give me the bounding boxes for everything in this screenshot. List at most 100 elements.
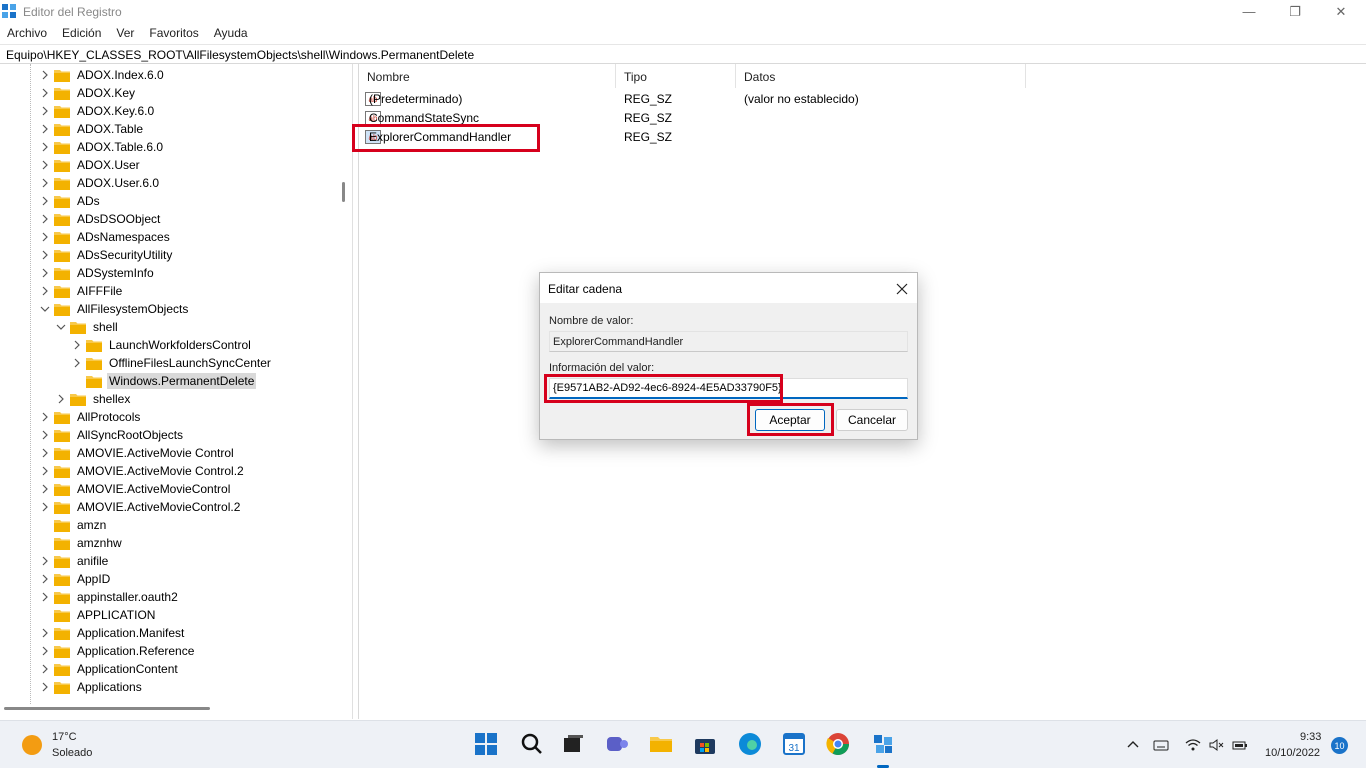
tree-item[interactable]: ADsSecurityUtility — [40, 246, 174, 264]
tree-item[interactable]: AMOVIE.ActiveMovieControl — [40, 480, 232, 498]
close-button[interactable]: ✕ — [1318, 0, 1364, 23]
tree-item[interactable]: Application.Reference — [40, 642, 196, 660]
tree-item[interactable]: AMOVIE.ActiveMovie Control — [40, 444, 236, 462]
menu-favoritos[interactable]: Favoritos — [142, 23, 206, 43]
tree-item[interactable]: ADsDSOObject — [40, 210, 162, 228]
tree-item[interactable]: ApplicationContent — [40, 660, 180, 678]
tree-vertical-scrollbar[interactable] — [342, 182, 345, 202]
chevron-right-icon[interactable] — [40, 268, 50, 278]
file-explorer-icon[interactable] — [648, 731, 674, 757]
weather-condition[interactable]: Soleado — [52, 747, 92, 759]
tree-item[interactable]: AllSyncRootObjects — [40, 426, 185, 444]
chevron-right-icon[interactable] — [72, 340, 82, 350]
chevron-right-icon[interactable] — [40, 502, 50, 512]
task-view-icon[interactable] — [560, 731, 586, 757]
chevron-down-icon[interactable] — [56, 322, 66, 332]
chevron-right-icon[interactable] — [40, 448, 50, 458]
chrome-icon[interactable] — [825, 731, 851, 757]
start-icon[interactable] — [473, 731, 499, 757]
tree-item[interactable]: APPLICATION — [40, 606, 157, 624]
volume-muted-icon[interactable] — [1208, 737, 1224, 753]
chevron-right-icon[interactable] — [40, 232, 50, 242]
notification-badge[interactable]: 10 — [1331, 737, 1348, 754]
tree-item[interactable]: AllFilesystemObjects — [40, 300, 190, 318]
chevron-right-icon[interactable] — [40, 70, 50, 80]
value-row[interactable]: ab (Predeterminado) REG_SZ (valor no establ… — [359, 90, 1026, 108]
menu-ver[interactable]: Ver — [109, 23, 142, 43]
registry-tree[interactable]: ADOX.Index.6.0 ADOX.Key ADOX.Key.6.0 ADOX.T… — [0, 64, 353, 719]
tree-item[interactable]: anifile — [40, 552, 110, 570]
tree-item[interactable]: amznhw — [40, 534, 124, 552]
dialog-close-icon[interactable] — [892, 279, 912, 299]
tree-item[interactable]: Application.Manifest — [40, 624, 186, 642]
chevron-right-icon[interactable] — [40, 142, 50, 152]
menu-archivo[interactable]: Archivo — [0, 23, 55, 43]
chevron-right-icon[interactable] — [40, 178, 50, 188]
tree-item[interactable]: AIFFFile — [40, 282, 124, 300]
tree-item[interactable]: AMOVIE.ActiveMovieControl.2 — [40, 498, 242, 516]
chevron-down-icon[interactable] — [40, 304, 50, 314]
chevron-right-icon[interactable] — [40, 106, 50, 116]
registry-editor-taskbar-icon[interactable] — [870, 731, 896, 757]
edge-icon[interactable] — [737, 731, 763, 757]
tree-horizontal-scrollbar[interactable] — [4, 707, 210, 710]
address-bar[interactable]: Equipo\HKEY_CLASSES_ROOT\AllFilesystemOb… — [0, 44, 1366, 64]
tree-item[interactable]: OfflineFilesLaunchSyncCenter — [72, 354, 273, 372]
clock-date[interactable]: 10/10/2022 — [1265, 747, 1320, 759]
tree-item[interactable]: shell — [56, 318, 120, 336]
tree-item[interactable]: AllProtocols — [40, 408, 142, 426]
chevron-right-icon[interactable] — [56, 394, 66, 404]
chevron-right-icon[interactable] — [40, 484, 50, 494]
clock-time[interactable]: 9:33 — [1300, 731, 1321, 743]
chevron-right-icon[interactable] — [40, 214, 50, 224]
search-icon[interactable] — [518, 731, 544, 757]
chevron-right-icon[interactable] — [40, 592, 50, 602]
store-icon[interactable] — [692, 731, 718, 757]
chevron-right-icon[interactable] — [40, 466, 50, 476]
chevron-right-icon[interactable] — [72, 358, 82, 368]
tree-item[interactable]: appinstaller.oauth2 — [40, 588, 180, 606]
chevron-right-icon[interactable] — [40, 682, 50, 692]
keyboard-icon[interactable] — [1153, 737, 1169, 753]
battery-icon[interactable] — [1232, 737, 1248, 753]
chevron-right-icon[interactable] — [40, 196, 50, 206]
tree-item[interactable]: ADOX.Table.6.0 — [40, 138, 165, 156]
chevron-right-icon[interactable] — [40, 412, 50, 422]
chevron-right-icon[interactable] — [40, 124, 50, 134]
tree-item[interactable]: ADOX.Index.6.0 — [40, 66, 166, 84]
minimize-button[interactable]: — — [1226, 0, 1272, 23]
chevron-right-icon[interactable] — [40, 556, 50, 566]
tree-item[interactable]: ADOX.Table — [40, 120, 145, 138]
chevron-right-icon[interactable] — [40, 286, 50, 296]
chevron-right-icon[interactable] — [40, 574, 50, 584]
maximize-button[interactable]: ❐ — [1272, 0, 1318, 23]
sun-icon[interactable] — [22, 735, 42, 755]
tree-item[interactable]: ADsNamespaces — [40, 228, 172, 246]
column-header-datos[interactable]: Datos — [736, 64, 1026, 88]
chevron-right-icon[interactable] — [40, 250, 50, 260]
chevron-right-icon[interactable] — [40, 628, 50, 638]
chevron-right-icon[interactable] — [40, 160, 50, 170]
tree-item[interactable]: ADOX.User — [40, 156, 142, 174]
tree-item[interactable]: shellex — [56, 390, 132, 408]
chevron-right-icon[interactable] — [40, 88, 50, 98]
calendar-icon[interactable]: 31 — [781, 731, 807, 757]
chat-icon[interactable] — [604, 731, 630, 757]
column-header-tipo[interactable]: Tipo — [616, 64, 736, 88]
column-header-nombre[interactable]: Nombre — [359, 64, 616, 88]
chevron-right-icon[interactable] — [40, 664, 50, 674]
cancel-button[interactable]: Cancelar — [836, 409, 908, 431]
tree-item[interactable]: ADSystemInfo — [40, 264, 156, 282]
tree-item[interactable]: ADs — [40, 192, 102, 210]
tree-item[interactable]: Applications — [40, 678, 144, 696]
tree-item[interactable]: ADOX.User.6.0 — [40, 174, 161, 192]
tree-item[interactable]: ADOX.Key — [40, 84, 137, 102]
tree-item[interactable]: LaunchWorkfoldersControl — [72, 336, 253, 354]
chevron-up-icon[interactable] — [1125, 737, 1141, 753]
menu-ayuda[interactable]: Ayuda — [207, 23, 256, 43]
menu-edicion[interactable]: Edición — [55, 23, 109, 43]
tree-item[interactable]: amzn — [40, 516, 108, 534]
tree-item[interactable]: ADOX.Key.6.0 — [40, 102, 156, 120]
wifi-icon[interactable] — [1185, 737, 1201, 753]
weather-temperature[interactable]: 17°C — [52, 731, 77, 743]
